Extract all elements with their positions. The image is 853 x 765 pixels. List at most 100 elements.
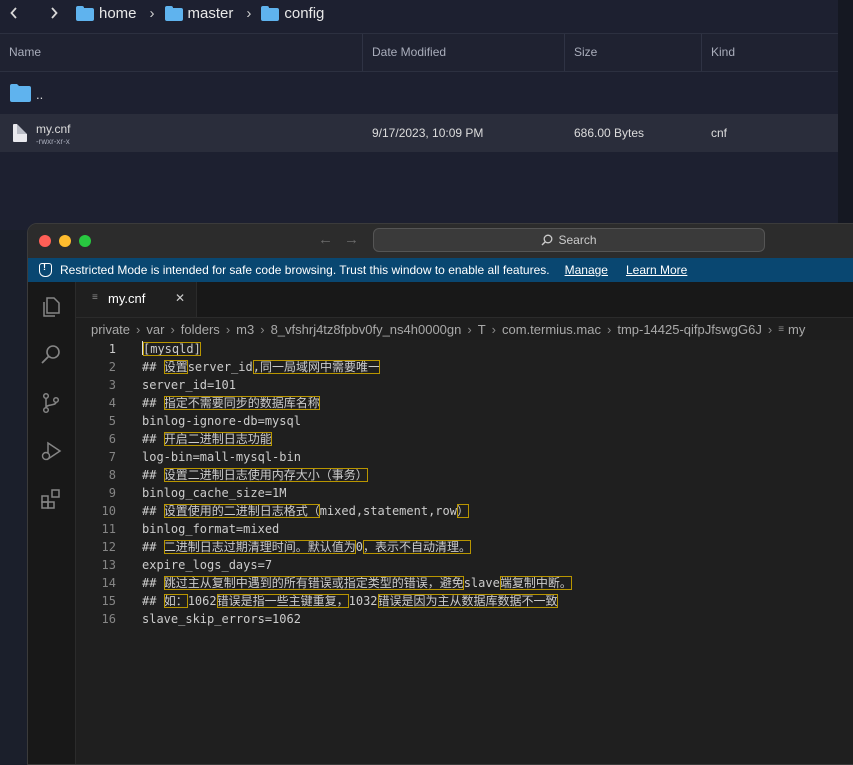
code-line[interactable]: 3 server_id=101 (76, 376, 853, 394)
extensions-icon[interactable] (39, 487, 63, 511)
breadcrumb-segment[interactable]: my (788, 322, 805, 337)
column-name[interactable]: Name (9, 34, 41, 71)
chevron-right-icon: › (260, 321, 265, 337)
code-line[interactable]: 5 binlog-ignore-db=mysql (76, 412, 853, 430)
highlighted-text: 二进制日志过期清理时间。默认值为 (163, 540, 356, 554)
chevron-right-icon: › (149, 4, 155, 22)
code-line[interactable]: 2 ## 设置server_id,同一局域网中需要唯一 (76, 358, 853, 376)
column-date[interactable]: Date Modified (372, 34, 446, 71)
manage-link[interactable]: Manage (565, 263, 608, 277)
line-number: 14 (101, 576, 116, 590)
breadcrumb-segment[interactable]: private (91, 322, 130, 337)
highlighted-text: ，表示不自动清理。 (362, 540, 471, 554)
code-token: binlog-ignore-db=mysql (142, 414, 301, 428)
line-number: 4 (108, 396, 116, 410)
line-text: slave_skip_errors=1062 (142, 610, 301, 628)
code-line[interactable]: 1 [mysqld] (76, 340, 853, 358)
line-number: 10 (101, 504, 116, 518)
source-control-icon[interactable] (39, 391, 63, 415)
list-item-parent[interactable]: .. (0, 76, 838, 112)
zoom-window-button[interactable] (79, 235, 91, 247)
tab-my-cnf[interactable]: ≡ my.cnf ✕ (76, 282, 197, 317)
line-text: log-bin=mall-mysql-bin (142, 448, 301, 466)
code-line[interactable]: 12 ## 二进制日志过期清理时间。默认值为0，表示不自动清理。 (76, 538, 853, 556)
code-token: binlog_format=mixed (142, 522, 280, 536)
code-token: expire_logs_days=7 (142, 558, 273, 572)
column-divider[interactable] (564, 34, 565, 71)
breadcrumb-label: config (284, 4, 325, 22)
code-line[interactable]: 4 ## 指定不需要同步的数据库名称 (76, 394, 853, 412)
code-line[interactable]: 14 ## 跳过主从复制中遇到的所有错误或指定类型的错误，避免slave端复制中断… (76, 574, 853, 592)
forward-icon[interactable] (45, 0, 63, 26)
breadcrumb-home[interactable]: home › (76, 5, 165, 22)
breadcrumb-segment[interactable]: T (478, 322, 486, 337)
highlighted-text: 设置使用的二进制日志格式（ (163, 504, 320, 518)
activity-bar (28, 282, 76, 764)
code-line[interactable]: 13 expire_logs_days=7 (76, 556, 853, 574)
code-line[interactable]: 10 ## 设置使用的二进制日志格式（mixed,statement,row） (76, 502, 853, 520)
tab-bar: ≡ my.cnf ✕ (76, 282, 853, 318)
command-center-search[interactable]: Search (373, 228, 765, 252)
highlighted-text: 设置二进制日志使用内存大小（事务） (163, 468, 368, 482)
run-debug-icon[interactable] (39, 439, 63, 463)
column-size[interactable]: Size (574, 34, 597, 71)
back-icon[interactable] (5, 0, 23, 26)
explorer-icon[interactable] (39, 295, 63, 319)
code-line[interactable]: 8 ## 设置二进制日志使用内存大小（事务） (76, 466, 853, 484)
breadcrumb-master[interactable]: master › (164, 5, 262, 22)
breadcrumb-segment[interactable]: folders (181, 322, 220, 337)
line-text: binlog_cache_size=1M (142, 484, 287, 502)
line-number: 6 (108, 432, 116, 446)
go-back-icon[interactable]: ← (318, 231, 333, 248)
code-line[interactable]: 7 log-bin=mall-mysql-bin (76, 448, 853, 466)
code-token: ## (142, 396, 164, 410)
folder-icon (10, 84, 31, 105)
column-divider[interactable] (701, 34, 702, 71)
line-text: ## 如：1062错误是指一些主键重复，1032错误是因为主从数据库数据不一致 (142, 592, 558, 610)
line-number: 3 (108, 378, 116, 392)
line-number: 8 (108, 468, 116, 482)
file-size: 686.00 Bytes (574, 126, 645, 140)
column-divider[interactable] (362, 34, 363, 71)
line-text: ## 设置二进制日志使用内存大小（事务） (142, 466, 368, 484)
column-kind[interactable]: Kind (711, 34, 735, 71)
line-text: [mysqld] (142, 340, 201, 358)
learn-more-link[interactable]: Learn More (626, 263, 687, 277)
code-editor[interactable]: 1 [mysqld] 2 ## 设置server_id,同一局域网中需要唯一 3 serv… (76, 340, 853, 764)
line-number: 1 (108, 342, 116, 356)
highlighted-text: 指定不需要同步的数据库名称 (163, 396, 320, 410)
folder-icon (76, 5, 94, 21)
file-name: .. (36, 87, 44, 102)
code-line[interactable]: 15 ## 如：1062错误是指一些主键重复，1032错误是因为主从数据库数据不一… (76, 592, 853, 610)
line-text: server_id=101 (142, 376, 236, 394)
search-icon[interactable] (39, 343, 63, 367)
go-forward-icon[interactable]: → (344, 231, 359, 248)
code-token: ## (142, 432, 164, 446)
breadcrumb-segment[interactable]: 8_vfshrj4tz8fpbv0fy_ns4h0000gn (271, 322, 462, 337)
code-token: server_id (187, 360, 253, 374)
scroll-edge (838, 0, 853, 230)
code-line[interactable]: 11 binlog_format=mixed (76, 520, 853, 538)
code-token: 1062 (187, 594, 217, 608)
highlighted-text: [mysqld] (143, 342, 201, 356)
line-text: binlog_format=mixed (142, 520, 279, 538)
breadcrumb-segment[interactable]: var (146, 322, 164, 337)
code-token: ## (142, 594, 164, 608)
search-label: Search (558, 233, 597, 247)
breadcrumb-segment[interactable]: tmp-14425-qifpJfswgG6J (617, 322, 762, 337)
shield-icon (39, 262, 52, 277)
code-line[interactable]: 9 binlog_cache_size=1M (76, 484, 853, 502)
close-icon[interactable]: ✕ (175, 291, 185, 305)
minimize-window-button[interactable] (59, 235, 71, 247)
list-item-my-cnf[interactable]: my.cnf -rwxr-xr-x 9/17/2023, 10:09 PM 68… (0, 114, 838, 152)
close-window-button[interactable] (39, 235, 51, 247)
file-kind: cnf (711, 126, 728, 140)
line-number: 11 (101, 522, 116, 536)
path-bar: home › master › config (0, 0, 838, 26)
code-line[interactable]: 6 ## 开启二进制日志功能 (76, 430, 853, 448)
breadcrumb-segment[interactable]: com.termius.mac (502, 322, 601, 337)
chevron-right-icon: › (606, 321, 612, 337)
breadcrumb-segment[interactable]: m3 (236, 322, 254, 337)
code-line[interactable]: 16 slave_skip_errors=1062 (76, 610, 853, 628)
breadcrumb-config[interactable]: config (261, 5, 324, 22)
